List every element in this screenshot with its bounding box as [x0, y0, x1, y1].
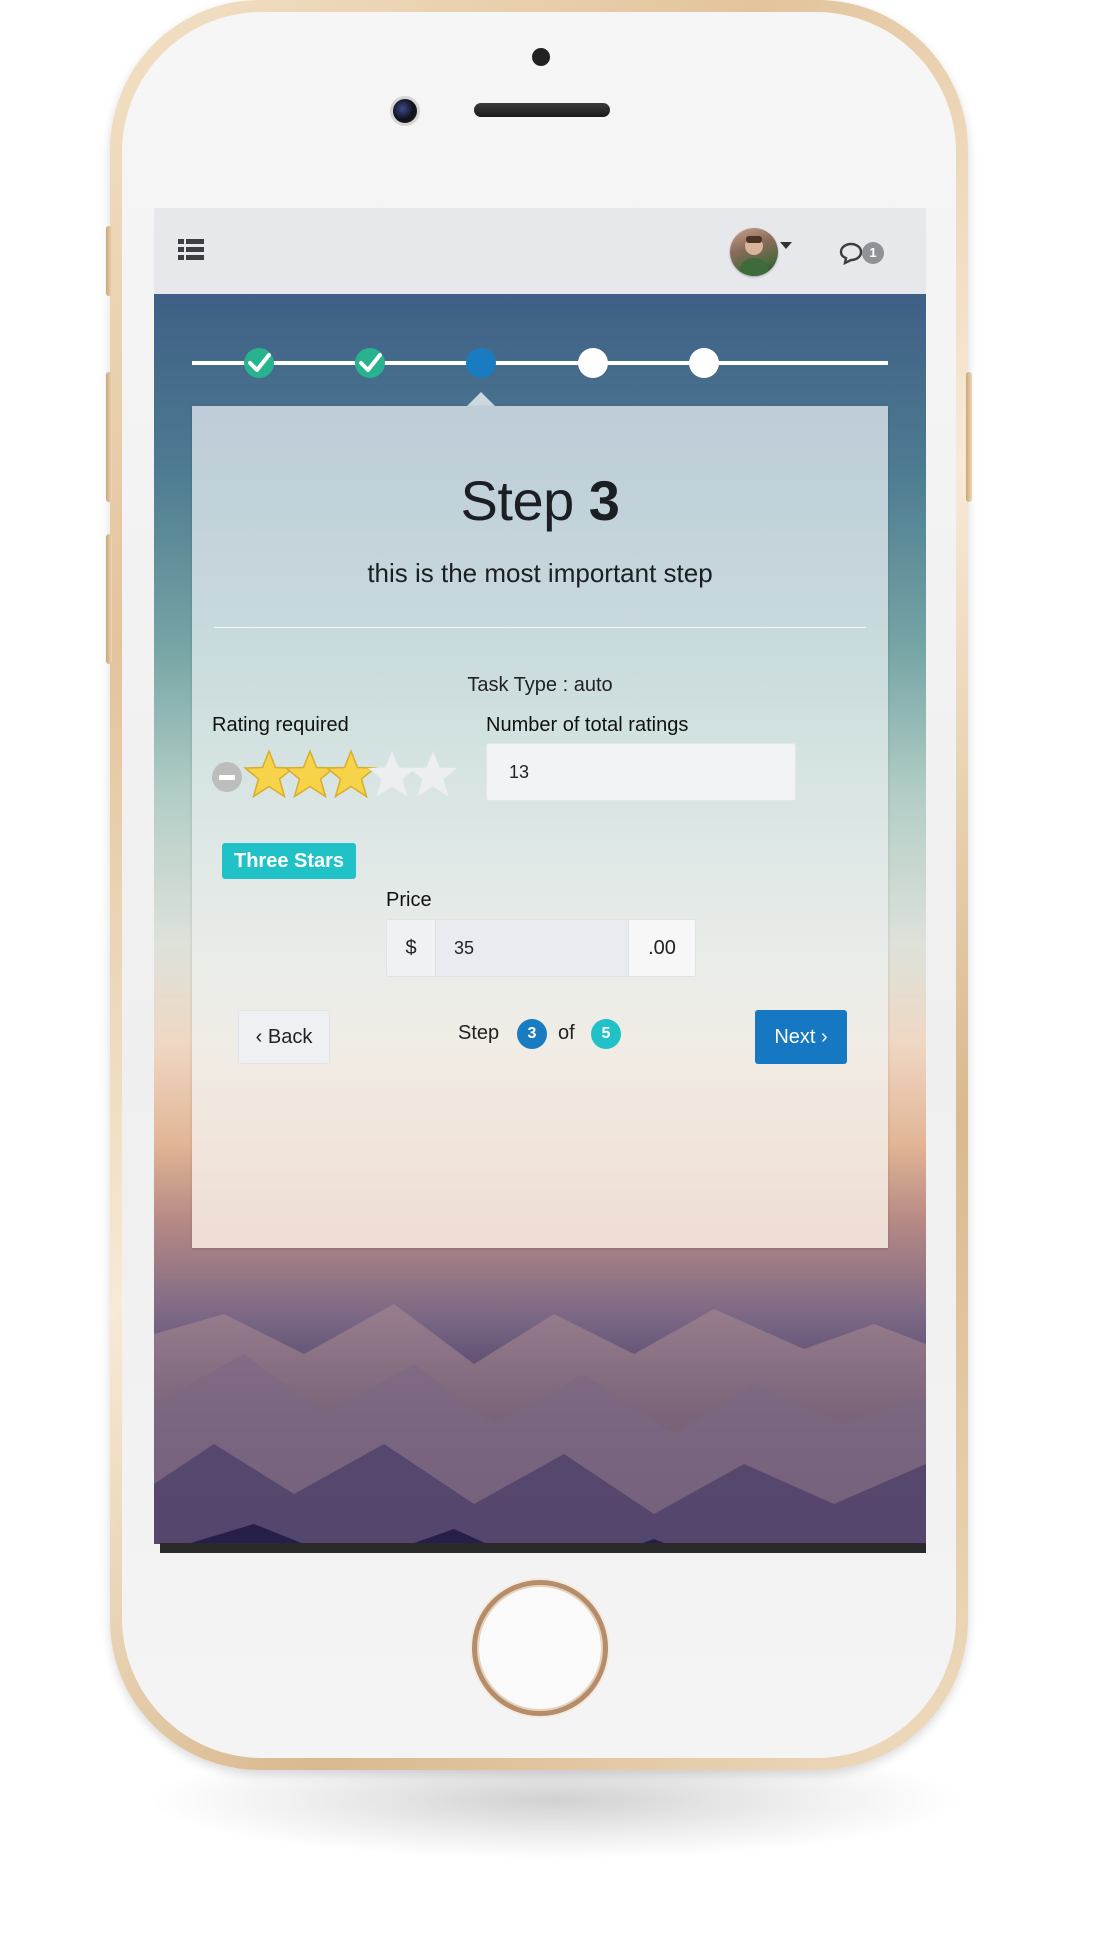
notification-count-badge: 1: [862, 242, 884, 264]
page-title: Step 3: [192, 468, 888, 533]
app-screen: 1 Step 3 this is the most important step: [154, 208, 926, 1544]
next-button[interactable]: Next ›: [755, 1010, 847, 1064]
mountain-illustration: [154, 1304, 926, 1544]
front-camera: [390, 96, 420, 126]
price-input-group: $ .00: [386, 919, 696, 977]
earpiece-speaker: [474, 103, 610, 117]
back-button[interactable]: ‹ Back: [238, 1010, 330, 1064]
screen-bottom-edge: [160, 1543, 926, 1553]
step-title-prefix: Step: [460, 469, 575, 532]
pager-total-badge: 5: [591, 1019, 621, 1049]
step-title-number: 3: [588, 469, 620, 532]
background: Step 3 this is the most important step T…: [154, 294, 926, 1544]
pager-of-label: of: [558, 1022, 575, 1044]
pager-current-badge: 3: [517, 1019, 547, 1049]
check-icon: [248, 353, 271, 372]
total-ratings-input[interactable]: [486, 743, 796, 801]
chevron-left-icon: ‹: [255, 1026, 268, 1048]
divider: [214, 627, 866, 628]
power-button: [966, 372, 972, 502]
total-ratings-label: Number of total ratings: [486, 714, 689, 736]
wizard-step-card: Step 3 this is the most important step T…: [192, 406, 888, 1248]
proximity-sensor: [532, 48, 550, 66]
pager-step-label: Step: [458, 1022, 500, 1044]
check-icon: [359, 353, 382, 372]
step-indicator-1[interactable]: [244, 348, 274, 378]
current-step-pointer: [467, 392, 495, 406]
reset-rating-icon[interactable]: [212, 762, 242, 792]
rating-label: Rating required: [212, 714, 349, 736]
next-button-label: Next: [774, 1026, 816, 1048]
chevron-down-icon[interactable]: [780, 242, 792, 249]
star-icon-5[interactable]: [406, 748, 460, 802]
rating-text-badge: Three Stars: [222, 843, 357, 879]
price-input[interactable]: [436, 919, 628, 977]
step-subtitle: this is the most important step: [367, 558, 713, 588]
volume-up-button: [106, 372, 112, 502]
step-indicator-5[interactable]: [689, 348, 719, 378]
list-icon[interactable]: [178, 238, 204, 262]
currency-addon: $: [386, 919, 436, 977]
home-button[interactable]: [472, 1580, 608, 1716]
step-indicator-4[interactable]: [578, 348, 608, 378]
task-type-text: Task Type : auto: [467, 674, 613, 696]
mute-switch: [106, 226, 112, 296]
price-label: Price: [386, 889, 432, 911]
back-button-label: Back: [267, 1026, 313, 1048]
step-indicator-3[interactable]: [466, 348, 496, 378]
step-indicator-2[interactable]: [355, 348, 385, 378]
avatar[interactable]: [730, 228, 778, 276]
top-navbar: 1: [154, 208, 926, 295]
chevron-right-icon: ›: [815, 1026, 828, 1048]
volume-down-button: [106, 534, 112, 664]
cents-addon: .00: [628, 919, 696, 977]
stepper-track: [192, 361, 888, 365]
